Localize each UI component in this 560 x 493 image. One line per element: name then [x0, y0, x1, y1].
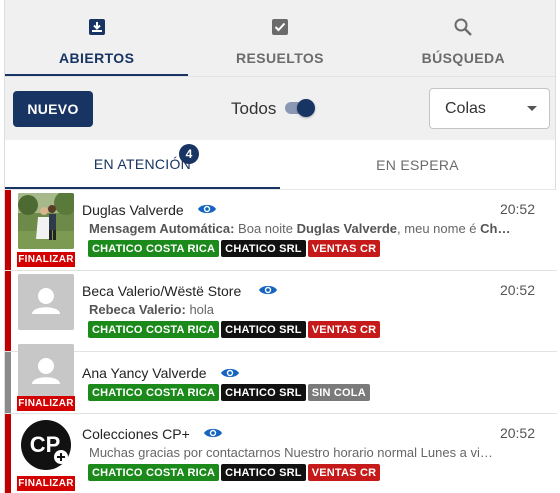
avatar-logo: CP [18, 417, 74, 473]
last-message: Rebeca Valerio: hola [89, 302, 534, 317]
main-tabs: ABIERTOS RESUELTOS BÚSQUEDA [5, 0, 555, 76]
tag-company: CHATICO SRL [221, 384, 306, 401]
finalize-button[interactable]: FINALIZAR [17, 476, 75, 491]
tab-resueltos-label: RESUELTOS [236, 50, 324, 66]
chevron-down-icon [527, 106, 537, 111]
tag-queue: SIN COLA [307, 384, 370, 401]
tab-en-atencion[interactable]: EN ATENCIÓN [5, 140, 280, 189]
avatar-placeholder [18, 344, 74, 400]
search-icon [452, 16, 474, 38]
new-ticket-button[interactable]: NUEVO [13, 91, 93, 127]
ticket-list: FINALIZAR Duglas Valverde 20:52 Mensagem… [5, 190, 557, 493]
ticket-item[interactable]: FINALIZAR Duglas Valverde 20:52 Mensagem… [5, 190, 557, 271]
message-sender: Rebeca Valerio: [89, 302, 186, 317]
tag-company: CHATICO SRL [221, 240, 306, 257]
message-time: 20:52 [499, 201, 535, 217]
eye-icon[interactable] [197, 202, 217, 216]
status-stripe [5, 271, 11, 351]
queue-select-value: Colas [445, 100, 486, 117]
checkbox-icon [269, 16, 291, 38]
tab-busqueda-label: BÚSQUEDA [421, 50, 505, 66]
queue-tags: CHATICO COSTA RICA CHATICO SRL VENTAS CR [88, 464, 381, 481]
message-text: Boa noite [234, 221, 297, 236]
tag-connection: CHATICO COSTA RICA [88, 240, 220, 257]
queue-tags: CHATICO COSTA RICA CHATICO SRL VENTAS CR [88, 321, 381, 338]
queue-select[interactable]: Colas [429, 88, 550, 129]
avatar [18, 193, 74, 249]
tag-connection: CHATICO COSTA RICA [88, 321, 220, 338]
tag-company: CHATICO SRL [221, 464, 306, 481]
last-message: Mensagem Automática: Boa noite Duglas Va… [89, 221, 534, 236]
contact-name: Duglas Valverde [82, 202, 184, 218]
ticket-item[interactable]: CP FINALIZAR Colecciones CP+ 20:52 Mucha… [5, 414, 557, 493]
tab-abiertos-label: ABIERTOS [59, 50, 135, 66]
finalize-button[interactable]: FINALIZAR [17, 252, 75, 267]
tag-queue: VENTAS CR [307, 240, 381, 257]
inbox-download-icon [86, 16, 108, 38]
tab-abiertos[interactable]: ABIERTOS [5, 0, 189, 76]
todos-label: Todos [231, 99, 277, 118]
tab-en-espera[interactable]: EN ESPERA [280, 140, 555, 189]
toolbar: NUEVO Todos Colas [5, 76, 555, 140]
tickets-panel: ABIERTOS RESUELTOS BÚSQUEDA NUEVO Todos … [4, 0, 557, 493]
status-tabs: EN ATENCIÓN EN ESPERA [5, 140, 555, 190]
contact-name: Colecciones CP+ [82, 426, 190, 442]
message-sender: Mensagem Automática: [89, 221, 235, 236]
ticket-item[interactable]: FINALIZAR Ana Yancy Valverde CHATICO COS… [5, 344, 557, 414]
contact-name: Ana Yancy Valverde [82, 365, 207, 381]
ticket-item[interactable]: Beca Valerio/Wëstë Store 20:52 Rebeca Va… [5, 271, 557, 352]
last-message: Muchas gracias por contactarnos Nuestro … [89, 445, 534, 460]
tab-en-espera-label: EN ESPERA [376, 156, 459, 173]
status-stripe [5, 352, 11, 413]
eye-icon[interactable] [258, 283, 278, 297]
queue-tags: CHATICO COSTA RICA CHATICO SRL VENTAS CR [88, 240, 381, 257]
finalize-button[interactable]: FINALIZAR [17, 396, 75, 411]
message-bold-name: Duglas Valverde [296, 221, 398, 236]
message-bold-tail: Ch… [480, 221, 511, 236]
message-text-2: , meu nome é [397, 221, 481, 236]
contact-name: Beca Valerio/Wëstë Store [82, 283, 242, 299]
eye-icon[interactable] [220, 366, 240, 380]
message-time: 20:52 [499, 282, 535, 298]
tab-resueltos[interactable]: RESUELTOS [188, 0, 371, 76]
status-stripe [5, 190, 11, 270]
avatar-placeholder [18, 274, 74, 330]
tag-company: CHATICO SRL [221, 321, 306, 338]
open-count-badge: 4 [179, 144, 199, 164]
status-stripe [5, 414, 11, 493]
todos-toggle[interactable] [285, 99, 315, 117]
tab-busqueda[interactable]: BÚSQUEDA [372, 0, 555, 76]
toggle-thumb [297, 99, 315, 117]
tag-queue: VENTAS CR [307, 321, 381, 338]
tag-queue: VENTAS CR [307, 464, 381, 481]
tab-en-atencion-label: EN ATENCIÓN [93, 155, 192, 172]
message-text: Muchas gracias por contactarnos Nuestro … [89, 445, 493, 460]
queue-tags: CHATICO COSTA RICA CHATICO SRL SIN COLA [88, 384, 370, 401]
message-time: 20:52 [499, 425, 535, 441]
eye-icon[interactable] [203, 426, 223, 440]
tag-connection: CHATICO COSTA RICA [88, 464, 220, 481]
tag-connection: CHATICO COSTA RICA [88, 384, 220, 401]
message-text: hola [185, 302, 215, 317]
